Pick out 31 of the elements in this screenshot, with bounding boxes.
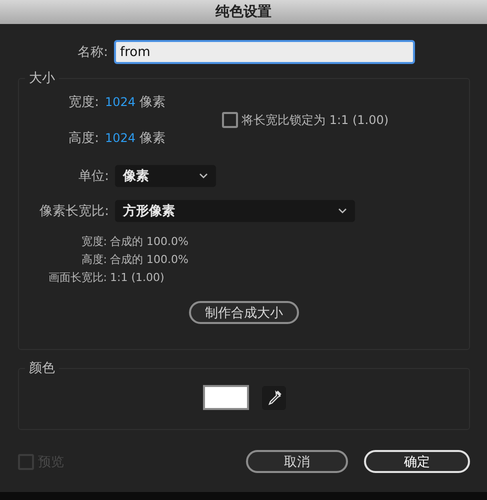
lock-checkbox[interactable] [222, 112, 238, 128]
cancel-button[interactable]: 取消 [246, 450, 348, 473]
eyedropper-button[interactable] [262, 386, 286, 410]
unit-text: 像素 [140, 94, 166, 111]
pixel-aspect-label: 像素长宽比: [38, 203, 109, 220]
info-label: 宽度: [80, 234, 107, 249]
info-label: 高度: [80, 252, 107, 267]
make-comp-size-button[interactable]: 制作合成大小 [189, 301, 299, 324]
chevron-icon [338, 208, 347, 214]
eyedropper-icon [266, 390, 282, 406]
dimension-value[interactable]: 1024 [105, 131, 136, 145]
info-value: 合成的 100.0% [110, 234, 188, 249]
dimension-value[interactable]: 1024 [105, 95, 136, 109]
pixel-aspect-select[interactable]: 方形像素 [115, 200, 355, 222]
info-value: 合成的 100.0% [110, 252, 188, 267]
name-label: 名称: [76, 44, 108, 61]
window-title: 纯色设置 [216, 3, 272, 21]
color-swatch[interactable] [202, 385, 248, 410]
chevron-icon [199, 173, 208, 179]
group-title: 颜色 [25, 359, 59, 377]
name-field[interactable]: from [114, 40, 415, 64]
unit-select[interactable]: 像素 [115, 165, 216, 187]
lock-label: 将长宽比锁定为 1:1 (1.00) [242, 112, 389, 128]
info-value: 1:1 (1.00) [110, 271, 164, 284]
unit-text: 像素 [140, 130, 166, 147]
unit-label: 单位: [78, 168, 109, 185]
info-label: 画面长宽比: [47, 270, 107, 285]
ok-button[interactable]: 确定 [364, 450, 470, 473]
group-title: 大小 [25, 69, 59, 87]
dimension-label: 高度: [68, 130, 99, 147]
dimension-label: 宽度: [68, 94, 99, 111]
